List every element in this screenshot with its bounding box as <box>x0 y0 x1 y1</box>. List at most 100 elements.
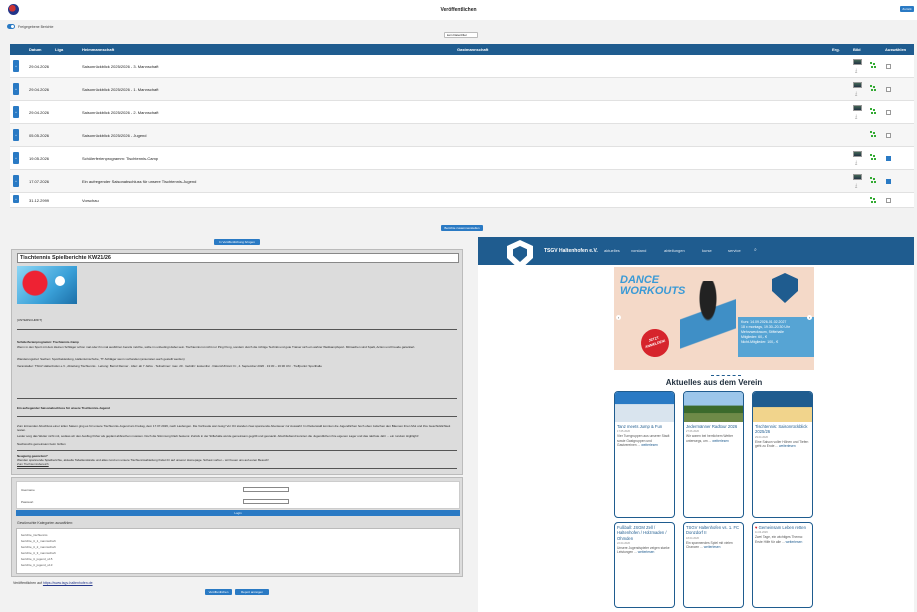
news-card[interactable]: ♥ Gemeinsam Leben retten 11.04.2026 Zwei T… <box>752 522 813 608</box>
category-item[interactable]: berichte_tt_1_mannschaft <box>21 539 56 543</box>
news-card-title[interactable]: TSGV Haltenhofen vs. 1. FC Donzdorf II <box>684 523 743 536</box>
toggle-switch[interactable] <box>7 24 15 29</box>
download-icon[interactable]: ⤓ <box>855 91 857 97</box>
col-select[interactable]: Auswählen <box>885 47 906 52</box>
download-icon[interactable]: ⤓ <box>855 183 857 189</box>
row-title: Vorschau <box>82 198 99 203</box>
categories-list[interactable]: berichte_tischtennis berichte_tt_1_manns… <box>16 528 460 574</box>
expand-icon[interactable]: + <box>13 195 19 203</box>
nav-abteilungen[interactable]: abteilungen <box>664 248 685 253</box>
select-checkbox[interactable] <box>886 198 891 203</box>
news-card[interactable]: TSGV Haltenhofen vs. 1. FC Donzdorf II 18… <box>683 522 744 608</box>
nav-aktuelles[interactable]: aktuelles <box>604 248 620 253</box>
expand-icon[interactable]: + <box>13 60 19 72</box>
news-card-body: Eine Saison voller Höhen und Tiefen geht… <box>753 440 812 449</box>
news-card-title[interactable]: ♥ Gemeinsam Leben retten <box>753 523 812 530</box>
table-row[interactable]: +17.07.2026 Ein aufregender Saisonabschlu… <box>10 170 914 193</box>
nav-kurse[interactable]: kurse <box>702 248 712 253</box>
col-home[interactable]: Heimmannschaft <box>82 47 114 52</box>
expand-icon[interactable]: + <box>13 152 19 164</box>
report-thumbnail[interactable] <box>853 105 862 111</box>
expand-icon[interactable]: + <box>13 83 19 95</box>
date-filter-select[interactable]: kein Datenfilter <box>444 32 478 38</box>
report-editor[interactable]: Tischtennis Spielberichte KW21/26 [UNTER… <box>11 249 463 475</box>
publish-target-link[interactable]: https://www.tsgv-haltenhofen.de <box>43 581 93 585</box>
nav-service[interactable]: service <box>728 248 741 253</box>
download-icon[interactable]: ⤓ <box>855 114 857 120</box>
news-card-title[interactable]: Tanz meets Jump & Fun <box>615 422 674 429</box>
login-button[interactable]: Login <box>16 510 460 516</box>
col-date[interactable]: Datum <box>29 47 41 52</box>
category-item[interactable]: berichte_tt_jugend_u13 <box>21 563 52 567</box>
news-card-image[interactable] <box>753 392 812 422</box>
col-result[interactable]: Erg. <box>832 47 840 52</box>
publish-button[interactable]: Veröffentlichen <box>205 589 232 595</box>
expand-icon[interactable]: + <box>13 129 19 141</box>
select-checkbox[interactable] <box>886 179 891 184</box>
news-card-body: Ein spannendes Spiel mit vielen Chancen … <box>684 541 743 550</box>
download-icon[interactable]: ⤓ <box>855 68 857 74</box>
news-card[interactable]: Fußball: JSGM Zell / Haltenhofen / Holzm… <box>614 522 675 608</box>
col-guest[interactable]: Gastmannschaft <box>457 47 488 52</box>
read-more-link[interactable]: weiterlesen <box>638 550 655 554</box>
search-icon[interactable]: ⌕ <box>754 247 757 253</box>
nav-vorstand[interactable]: vorstand <box>631 248 646 253</box>
report-thumbnail[interactable] <box>853 82 862 88</box>
select-checkbox[interactable] <box>886 133 891 138</box>
password-field[interactable] <box>243 499 289 504</box>
read-more-link[interactable]: weiterlesen <box>779 444 796 448</box>
table-row[interactable]: +29.04.2026 Saisonrückblick 2025/2026 - 1… <box>10 78 914 101</box>
username-label: Username <box>21 488 35 492</box>
news-card-title[interactable]: Fußball: JSGM Zell / Haltenhofen / Holzm… <box>615 523 674 541</box>
report-view-button[interactable]: Report anzeigen <box>235 589 269 595</box>
col-image[interactable]: Bild <box>853 47 861 52</box>
report-title-input[interactable]: Tischtennis Spielberichte KW21/26 <box>17 253 459 263</box>
select-checkbox[interactable] <box>886 110 891 115</box>
col-league[interactable]: Liga <box>55 47 63 52</box>
read-more-link[interactable]: weiterlesen <box>704 545 721 549</box>
read-more-link[interactable]: weiterlesen <box>641 443 658 447</box>
category-item[interactable]: berichte_tt_3_mannschaft <box>21 551 56 555</box>
news-card-body: Vier Turngruppen aus unserer Stadt sowie… <box>615 434 674 448</box>
news-card[interactable]: Tischtennis: Saisonrückblick 2025/26 29.0… <box>752 391 813 518</box>
category-item[interactable]: berichte_tt_2_mannschaft <box>21 545 56 549</box>
to-publish-button[interactable]: In Veröffentlichung bringen <box>214 239 260 245</box>
expand-icon[interactable]: + <box>13 106 19 118</box>
read-more-link[interactable]: weiterlesen <box>712 439 729 443</box>
chevron-left-icon[interactable]: ‹ <box>616 315 621 320</box>
table-row[interactable]: +29.04.2026 Saisonrückblick 2025/2026 - 2… <box>10 101 914 124</box>
compile-reports-button[interactable]: Berichte zusammenstellen <box>441 225 483 231</box>
divider <box>17 416 457 417</box>
news-card[interactable]: Jedermänner Radtour 2026 27.06.2026 Wir wa… <box>683 391 744 518</box>
report-thumbnail[interactable] <box>853 174 862 180</box>
table-row[interactable]: +31.12.2999 Vorschau <box>10 193 914 208</box>
report-thumbnail[interactable] <box>853 151 862 157</box>
username-field[interactable] <box>243 487 289 492</box>
table-row[interactable]: +29.04.2026 Saisonrückblick 2025/2026 - 3… <box>10 55 914 78</box>
approved-toggle-row[interactable]: Freigegebene Berichte <box>7 24 53 29</box>
top-bar: Veröffentlichen Zurück <box>0 0 917 20</box>
back-button[interactable]: Zurück <box>900 6 914 12</box>
toggle-label: Freigegebene Berichte <box>18 24 54 29</box>
select-checkbox[interactable] <box>886 64 891 69</box>
table-row[interactable]: +19.05.2026 Schülerferienprogramm: Tischt… <box>10 147 914 170</box>
select-checkbox[interactable] <box>886 87 891 92</box>
chevron-right-icon[interactable]: › <box>807 315 812 320</box>
category-item[interactable]: berichte_tischtennis <box>21 533 48 537</box>
table-row[interactable]: +05.05.2026 Saisonrückblick 2025/2026 - J… <box>10 124 914 147</box>
status-icon <box>870 154 876 160</box>
news-card-image[interactable] <box>615 392 674 422</box>
read-more-link[interactable]: weiterlesen <box>786 540 803 544</box>
news-card-image[interactable] <box>684 392 743 422</box>
expand-icon[interactable]: + <box>13 175 19 187</box>
tischtennis-link[interactable]: Zum Tischtennisbereich <box>17 462 457 466</box>
download-icon[interactable]: ⤓ <box>855 160 857 166</box>
divider <box>17 398 457 399</box>
category-item[interactable]: berichte_tt_jugend_u15 <box>21 557 52 561</box>
section-divider <box>711 375 741 377</box>
news-card-title[interactable]: Jedermänner Radtour 2026 <box>684 422 743 429</box>
select-checkbox[interactable] <box>886 156 891 161</box>
report-thumbnail[interactable] <box>853 59 862 65</box>
news-card[interactable]: Tanz meets Jump & Fun 17.05.2026 Vier Turn… <box>614 391 675 518</box>
news-card-title[interactable]: Tischtennis: Saisonrückblick 2025/26 <box>753 422 812 435</box>
